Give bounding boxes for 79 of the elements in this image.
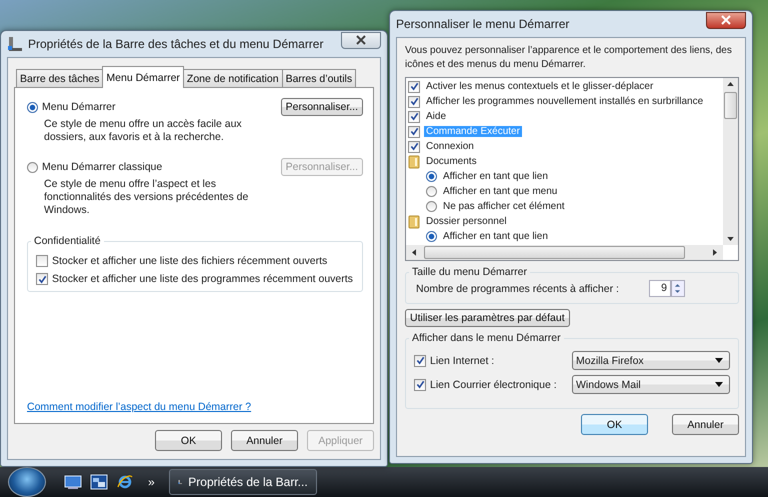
close-icon [356, 35, 366, 45]
dialog-button[interactable]: OK [155, 430, 222, 451]
tab[interactable]: Barre des tâches [16, 69, 104, 87]
list-item[interactable]: Dossier personnel [424, 216, 509, 227]
checkbox[interactable] [408, 126, 420, 138]
close-button[interactable] [706, 12, 746, 28]
radio-button[interactable] [426, 171, 437, 182]
radio-button[interactable] [27, 162, 38, 172]
radio-label: Ne pas afficher cet élément [442, 201, 566, 212]
taskbar-button[interactable]: Propriétés de la Barr... [168, 469, 317, 495]
radio-button[interactable] [27, 102, 38, 112]
field-label: Nombre de programmes récents à afficher : [416, 282, 619, 294]
customize-button[interactable]: Personnaliser... [280, 98, 363, 116]
dialog-button[interactable]: Annuler [231, 430, 298, 451]
list-item[interactable]: Connexion [424, 141, 476, 152]
list-item[interactable]: Afficher les programmes nouvellement installés en surbrillance [424, 96, 706, 107]
option-description: Ce style de menu offre l’aspect et les fonctionnalités des versions précédentes de Windows. [44, 178, 250, 217]
folder-icon [408, 214, 420, 228]
tab[interactable]: Zone de notification [182, 69, 283, 87]
overflow-chevron[interactable]: » [148, 475, 155, 489]
vertical-scrollbar[interactable] [723, 78, 738, 245]
checkbox[interactable] [408, 110, 420, 122]
checkbox[interactable] [414, 354, 426, 366]
radio-button[interactable] [426, 186, 437, 197]
list-item[interactable]: Activer les menus contextuels et le glisser-déplacer [424, 81, 656, 92]
checkbox[interactable] [408, 140, 420, 152]
reset-defaults-button[interactable]: Utiliser les paramètres par défaut [405, 309, 570, 327]
checkbox-label: Stocker et afficher une liste des programmes récemment ouverts [52, 273, 353, 285]
monitor-icon[interactable] [64, 474, 82, 490]
list-item[interactable]: Aide [424, 111, 448, 122]
tab[interactable]: Barres d’outils [282, 69, 356, 87]
window-title: Personnaliser le menu Démarrer [396, 17, 570, 31]
spin-arrows-icon [674, 283, 682, 294]
close-icon [721, 15, 731, 25]
dropdown-caret-icon [715, 358, 723, 363]
checkbox-label: Stocker et afficher une liste des fichiers récemment ouverts [52, 255, 328, 267]
taskbar-icon [7, 36, 23, 52]
dialog-button[interactable]: OK [581, 414, 648, 435]
dropdown-caret-icon [715, 382, 723, 387]
dropdown[interactable]: Windows Mail [572, 375, 730, 394]
checkbox[interactable] [408, 80, 420, 92]
radio-label: Afficher en tant que lien [442, 171, 549, 182]
close-button[interactable] [341, 32, 381, 48]
horizontal-scrollbar[interactable] [406, 245, 723, 260]
dropdown[interactable]: Mozilla Firefox [572, 351, 730, 370]
group-title: Taille du menu Démarrer [411, 266, 528, 278]
intro-text: Vous pouvez personnaliser l’apparence et le comportement des liens, des icônes et des menus du menu Démarrer. [405, 44, 733, 72]
option-label: Menu Démarrer [42, 101, 116, 113]
folder-icon [408, 154, 420, 168]
spin-button[interactable] [670, 280, 685, 297]
scrollbar-thumb[interactable] [724, 92, 737, 119]
scroll-up-icon [727, 82, 734, 86]
browser-icon[interactable] [116, 474, 134, 490]
dialog-button[interactable]: Annuler [672, 414, 739, 435]
window-title: Propriétés de la Barre des tâches et du menu Démarrer [28, 37, 324, 51]
checkbox[interactable] [414, 378, 426, 390]
radio-button[interactable] [426, 201, 437, 212]
scroll-right-icon [713, 249, 717, 256]
radio-button[interactable] [426, 231, 437, 242]
checkbox[interactable] [36, 255, 48, 267]
radio-label: Afficher en tant que menu [442, 186, 558, 197]
list-item[interactable]: Documents [424, 156, 479, 167]
checkbox-label: Lien Courrier électronique : [430, 378, 557, 390]
help-link[interactable]: Comment modifier l’aspect du menu Démarrer ? [27, 401, 252, 413]
group-title: Confidentialité [33, 235, 102, 247]
scroll-left-icon [412, 249, 416, 256]
radio-label: Afficher en tant que lien [442, 231, 549, 242]
checkbox[interactable] [408, 96, 420, 108]
checkbox[interactable] [36, 273, 48, 285]
scrollbar-thumb[interactable] [424, 246, 685, 259]
scroll-down-icon [727, 237, 734, 241]
windows-stack-icon[interactable] [90, 474, 108, 490]
option-label: Menu Démarrer classique [42, 161, 162, 173]
start-button[interactable] [8, 467, 46, 497]
option-description: Ce style de menu offre un accès facile aux dossiers, aux favoris et à la recherche. [44, 118, 243, 144]
group-title: Afficher dans le menu Démarrer [411, 332, 562, 344]
checkbox-label: Lien Internet : [430, 354, 494, 366]
tab[interactable]: Menu Démarrer [102, 66, 184, 88]
number-field[interactable]: 9 [648, 280, 671, 297]
